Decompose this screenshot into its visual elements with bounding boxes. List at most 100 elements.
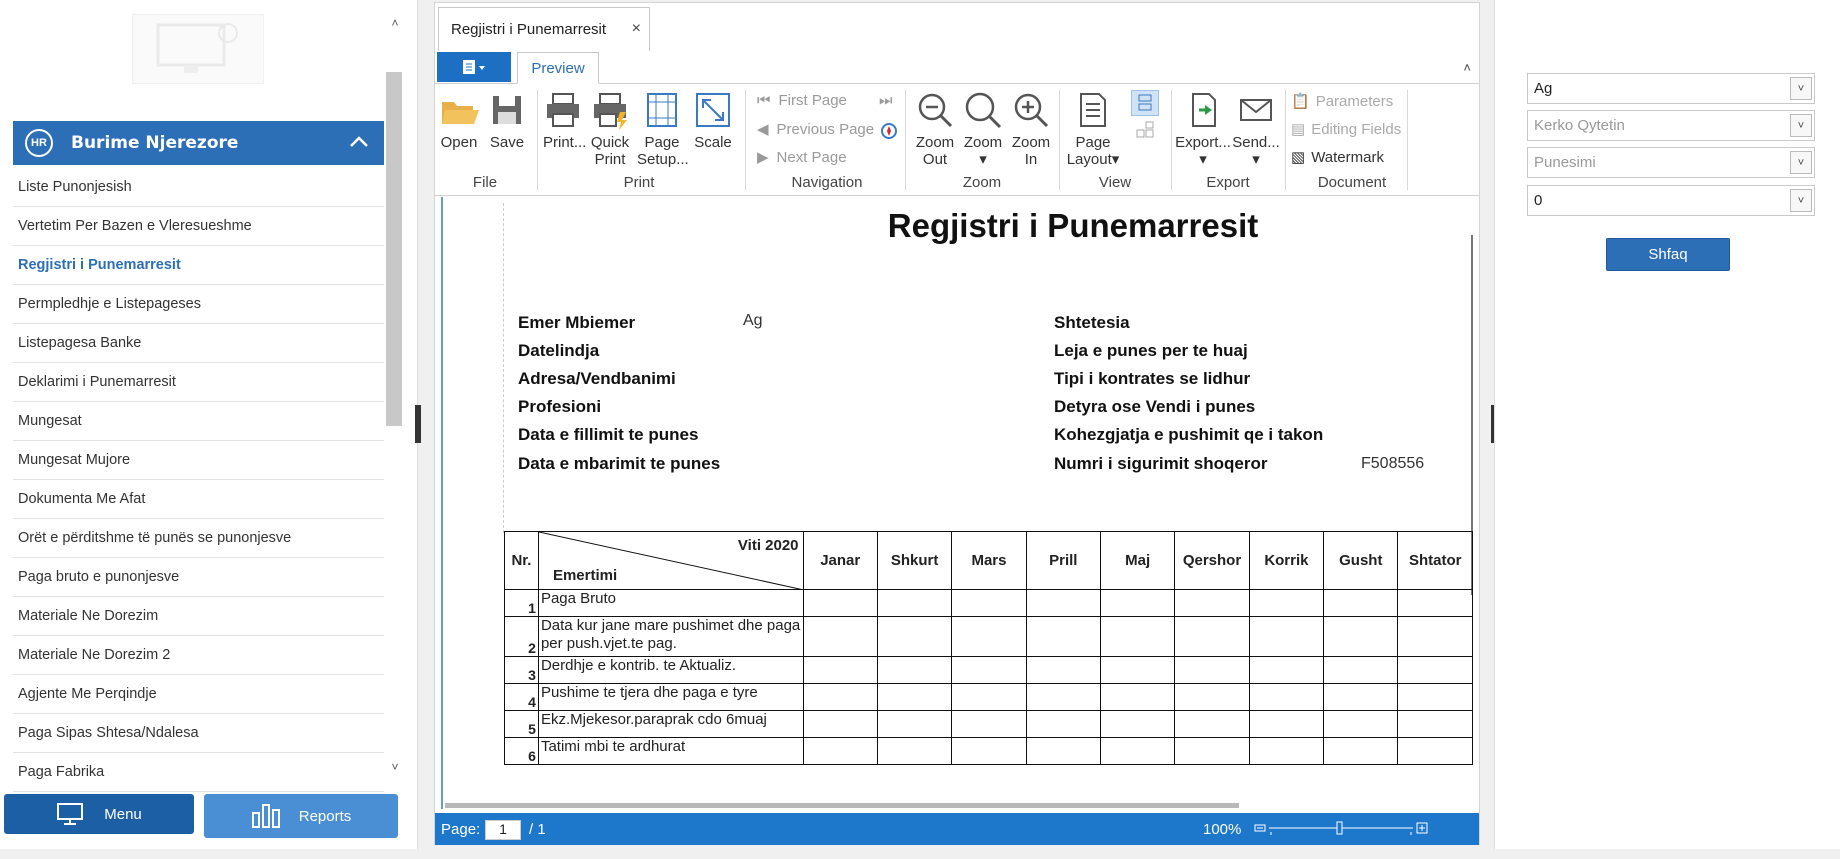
sidebar-item[interactable]: Permpledhje e Listepageses	[13, 285, 384, 324]
table-cell	[802, 589, 878, 617]
first-page-button[interactable]: ⏮ First Page	[757, 92, 847, 109]
scale-button[interactable]: Scale	[691, 90, 735, 151]
preview-horizontal-scrollbar[interactable]	[445, 803, 1239, 808]
last-page-button[interactable]: ⏭	[879, 92, 893, 109]
field-label: Tipi i kontrates se lidhur	[1054, 369, 1251, 388]
page-layout-button[interactable]: Page Layout▾	[1063, 90, 1123, 168]
city-search-select[interactable]: Kerko Qytetin ˅	[1527, 110, 1815, 141]
table-cell	[1248, 683, 1325, 711]
print-button[interactable]: Print...	[543, 90, 587, 151]
save-button[interactable]: Save	[487, 90, 527, 151]
parameters-label: Parameters	[1315, 92, 1394, 110]
chevron-up-icon[interactable]	[348, 131, 370, 153]
sidebar-item[interactable]: Materiale Ne Dorezim 2	[13, 636, 384, 675]
chevron-down-icon[interactable]: ˅	[1790, 189, 1812, 212]
sidebar-item[interactable]: Paga Fabrika	[13, 753, 384, 792]
hr-section-header[interactable]: HR Burime Njerezore	[13, 121, 384, 165]
zoom-slider[interactable]	[1253, 818, 1429, 840]
table-cell	[876, 616, 953, 657]
sidebar-item[interactable]: Vertetim Per Bazen e Vleresueshme	[13, 207, 384, 246]
group-separator	[1059, 90, 1060, 190]
table-cell	[802, 737, 878, 765]
table-cell	[1025, 616, 1101, 657]
scroll-up-arrow[interactable]: ˄	[388, 16, 402, 32]
document-tab[interactable]: Regjistri i Punemarresit ×	[438, 7, 650, 51]
sidebar-item[interactable]: Orët e përditshme të punës se punonjesve	[13, 519, 384, 558]
group-label-navigation: Navigation	[791, 174, 863, 191]
description-header: Emertimi	[552, 567, 618, 584]
zoom-button[interactable]: Zoom ▾	[961, 90, 1005, 168]
send-button[interactable]: Send... ▾	[1231, 90, 1281, 168]
table-cell	[1248, 737, 1325, 765]
month-header: Qershor	[1174, 531, 1250, 590]
sidebar-item[interactable]: Listepagesa Banke	[13, 324, 384, 363]
scroll-down-arrow[interactable]: ˅	[388, 760, 402, 776]
page-layout-icon	[1080, 93, 1106, 127]
page-setup-button[interactable]: Page Setup...	[637, 90, 689, 168]
sidebar-item[interactable]: Liste Punonjesish	[13, 168, 384, 207]
quick-print-button[interactable]: Quick Print	[587, 90, 633, 168]
ribbon-tab-bar: Preview ˄	[435, 52, 1479, 84]
watermark-button[interactable]: ▧ Watermark	[1291, 148, 1384, 167]
chevron-up-icon[interactable]: ˄	[1463, 60, 1471, 75]
table-cell	[1248, 589, 1325, 617]
report-table: Nr. Viti 2020 Emertimi Janar Shkurt Mars Pr…	[504, 531, 1473, 765]
multi-page-icon[interactable]	[1135, 120, 1155, 140]
dropdown-arrow-icon: ▾	[979, 151, 987, 168]
single-page-view-button[interactable]	[1131, 90, 1159, 116]
table-row: 4 Pushime te tjera dhe paga e tyre	[504, 683, 1473, 711]
month-header: Mars	[951, 531, 1027, 590]
employee-select[interactable]: Ag ˅	[1527, 73, 1815, 104]
chevron-down-icon[interactable]: ˅	[1790, 151, 1812, 174]
application-menu-button[interactable]	[437, 52, 511, 82]
sidebar-item[interactable]: Deklarimi i Punemarresit	[13, 363, 384, 402]
watermark-icon: ▧	[1291, 149, 1306, 166]
table-cell	[1025, 710, 1101, 738]
report-preview[interactable]: Regjistri i Punemarresit Emer Mbiemer Ag D…	[441, 197, 1473, 809]
sidebar-scrollbar[interactable]	[386, 72, 402, 426]
parameters-button[interactable]: 📋 Parameters	[1291, 92, 1394, 111]
field-label: Profesioni	[518, 397, 602, 416]
zoom-in-button[interactable]: Zoom In	[1009, 90, 1053, 168]
quick-print-label-2: Print	[594, 151, 626, 168]
page-number-input[interactable]: 1	[485, 820, 521, 840]
sidebar-item[interactable]: Agjente Me Perqindje	[13, 675, 384, 714]
table-cell	[1174, 683, 1250, 711]
sidebar-item[interactable]: Paga bruto e punonjesve	[13, 558, 384, 597]
group-separator	[1171, 90, 1172, 190]
sidebar-item[interactable]: Regjistri i Punemarresit	[13, 246, 384, 285]
open-button[interactable]: Open	[439, 90, 479, 151]
reports-button[interactable]: Reports	[204, 794, 398, 838]
chevron-down-icon[interactable]: ˅	[1790, 114, 1812, 137]
table-cell	[876, 737, 953, 765]
table-cell	[951, 683, 1027, 711]
export-button[interactable]: Export... ▾	[1175, 90, 1231, 168]
tab-preview[interactable]: Preview	[517, 52, 599, 84]
row-description: Data kur jane mare pushimet dhe paga per…	[537, 616, 804, 657]
close-icon[interactable]: ×	[632, 20, 641, 38]
left-splitter-handle[interactable]	[415, 405, 421, 443]
show-button[interactable]: Shfaq	[1606, 238, 1730, 271]
chevron-down-icon[interactable]: ˅	[1790, 77, 1812, 100]
export-icon	[1192, 93, 1216, 127]
sidebar-item[interactable]: Materiale Ne Dorezim	[13, 597, 384, 636]
row-number: 5	[504, 710, 539, 738]
sidebar-item[interactable]: Dokumenta Me Afat	[13, 480, 384, 519]
menu-button[interactable]: Menu	[4, 794, 194, 834]
table-cell	[1174, 589, 1250, 617]
sidebar-item[interactable]: Mungesat Mujore	[13, 441, 384, 480]
zoom-out-button[interactable]: Zoom Out	[913, 90, 957, 168]
field-label: Emer Mbiemer	[518, 313, 636, 332]
previous-page-button[interactable]: ◀ Previous Page	[757, 120, 874, 139]
sidebar-item[interactable]: Mungesat	[13, 402, 384, 441]
table-cell	[1323, 589, 1399, 617]
watermark-label: Watermark	[1311, 148, 1384, 166]
editing-fields-button[interactable]: ▤ Editing Fields	[1291, 120, 1401, 139]
next-page-button[interactable]: ▶ Next Page	[757, 148, 847, 167]
row-description: Tatimi mbi te ardhurat	[537, 737, 804, 765]
employment-select[interactable]: Punesimi ˅	[1527, 147, 1815, 178]
sidebar-item[interactable]: Paga Sipas Shtesa/Ndalesa	[13, 714, 384, 753]
compass-icon[interactable]	[880, 122, 898, 140]
print-label: Print...	[543, 134, 587, 151]
number-select[interactable]: 0 ˅	[1527, 185, 1815, 216]
